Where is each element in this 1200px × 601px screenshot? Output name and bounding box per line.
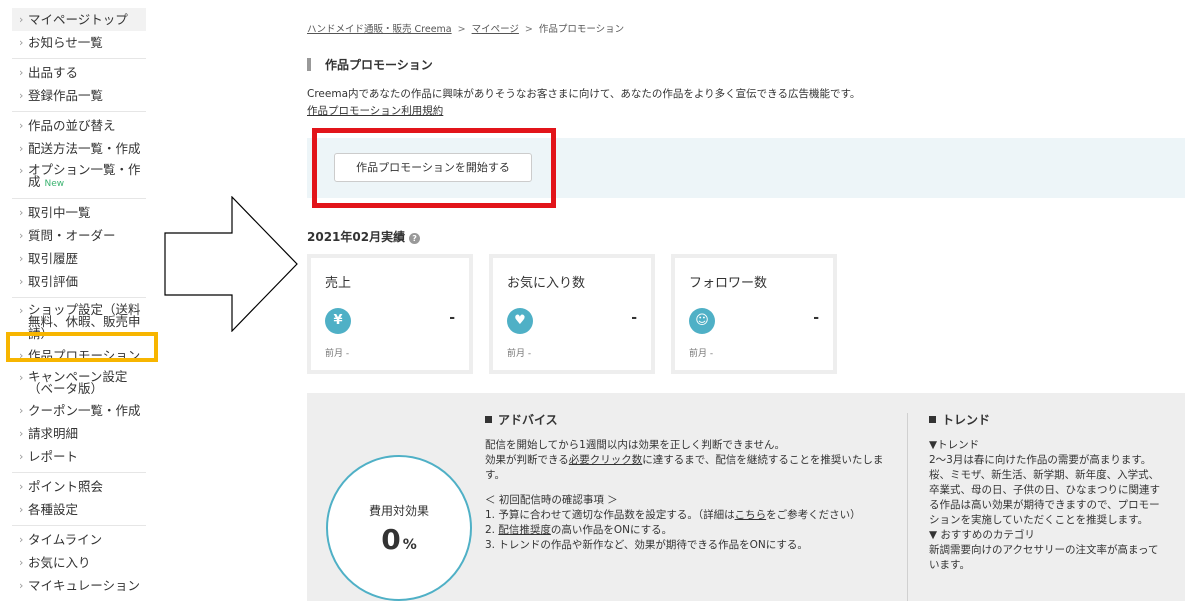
sidebar-item-history[interactable]: 取引履歴 — [12, 247, 146, 270]
check-text: の高い作品をONにする。 — [550, 524, 673, 536]
advice-section: アドバイス 配信を開始してから1週間以内は効果を正しく判断できません。 効果が判… — [485, 413, 895, 553]
breadcrumb: ハンドメイド通販・販売 Creema > マイページ > 作品プロモーション — [307, 21, 624, 35]
yen-icon: ¥ — [325, 308, 351, 334]
effect-label: 費用対効果 — [368, 504, 429, 518]
sidebar-item-favorites[interactable]: お気に入り — [12, 551, 146, 574]
sidebar-group: タイムライン お気に入り マイキュレーション — [12, 526, 146, 601]
trend-section: トレンド ▼トレンド 2～3月は春に向けた作品の需要が高まります。桜、ミモザ、新… — [929, 413, 1165, 573]
title-bar — [307, 58, 311, 71]
check-title: ＜ 初回配信時の確認事項 ＞ — [485, 494, 618, 506]
stat-card-sales: 売上 ¥ - 前月 - — [307, 254, 473, 374]
sidebar-group: ショップ設定（送料無料、休暇、販売申請） 作品プロモーション キャンペーン設定（… — [12, 298, 146, 473]
panel-divider — [907, 413, 908, 601]
stat-prev-month: 前月 - — [689, 349, 714, 359]
stat-label: フォロワー数 — [689, 276, 768, 291]
cost-effectiveness-gauge: 費用対効果 0% — [326, 455, 472, 601]
square-bullet-icon — [929, 416, 936, 423]
results-title-text: 2021年02月実績 — [307, 230, 406, 244]
sidebar-item-reviews[interactable]: 取引評価 — [12, 270, 146, 293]
page-title-text: 作品プロモーション — [325, 58, 433, 72]
sidebar-item-timeline[interactable]: タイムライン — [12, 528, 146, 551]
stat-prev-month: 前月 - — [325, 349, 350, 359]
sidebar-item-report[interactable]: レポート — [12, 445, 146, 468]
sidebar-group: 作品の並び替え 配送方法一覧・作成 オプション一覧・作成New — [12, 112, 146, 199]
page-description: Creema内であなたの作品に興味がありそうなお客さまに向けて、あなたの作品をよ… — [307, 86, 860, 120]
required-clicks-link[interactable]: 必要クリック数 — [569, 454, 643, 466]
check-text: をご参考ください） — [766, 509, 861, 521]
follower-icon: ☺ — [689, 308, 715, 334]
breadcrumb-home-link[interactable]: ハンドメイド通販・販売 Creema — [307, 24, 452, 35]
sidebar-item-registered-items[interactable]: 登録作品一覧 — [12, 84, 146, 107]
sidebar-group: ポイント照会 各種設定 — [12, 473, 146, 526]
check-text: 2. — [485, 524, 499, 536]
breadcrumb-current: 作品プロモーション — [538, 24, 625, 35]
stat-prev-month: 前月 - — [507, 349, 532, 359]
sidebar-item-questions-orders[interactable]: 質問・オーダー — [12, 224, 146, 247]
help-icon[interactable]: ? — [409, 233, 421, 244]
check-text: 1. 予算に合わせて適切な作品数を設定する。（詳細は — [485, 509, 735, 521]
sidebar-highlight-box — [6, 332, 158, 362]
sidebar-item-in-progress[interactable]: 取引中一覧 — [12, 201, 146, 224]
advice-line: 効果が判断できる必要クリック数に達するまで、配信を継続することを推奨いたします。 — [485, 453, 895, 483]
sidebar-group: 取引中一覧 質問・オーダー 取引履歴 取引評価 — [12, 199, 146, 298]
results-title: 2021年02月実績? — [307, 228, 421, 245]
trend-heading: トレンド — [929, 413, 1165, 428]
start-button-highlight-box — [312, 128, 556, 208]
details-link[interactable]: こちら — [735, 509, 767, 521]
advice-title: アドバイス — [498, 413, 558, 427]
stat-label: 売上 — [325, 276, 352, 291]
terms-link[interactable]: 作品プロモーション利用規約 — [307, 105, 443, 117]
sidebar-item-mypage-top[interactable]: マイページトップ — [12, 8, 146, 31]
trend-subheading: ▼トレンド — [929, 439, 980, 451]
sidebar-item-billing[interactable]: 請求明細 — [12, 422, 146, 445]
sidebar-item-coupons[interactable]: クーポン一覧・作成 — [12, 399, 146, 422]
check-item: 1. 予算に合わせて適切な作品数を設定する。（詳細はこちらをご参考ください） — [485, 508, 895, 523]
annotation-arrow-icon — [164, 196, 298, 332]
trend-subheading: ▼ おすすめのカテゴリ — [929, 529, 1035, 541]
sidebar-group: 出品する 登録作品一覧 — [12, 59, 146, 112]
sidebar-item-notices[interactable]: お知らせ一覧 — [12, 31, 146, 54]
stat-card-followers: フォロワー数 ☺ - 前月 - — [671, 254, 837, 374]
sidebar-group: マイページトップ お知らせ一覧 — [12, 6, 146, 59]
sidebar-item-shipping[interactable]: 配送方法一覧・作成 — [12, 137, 146, 160]
sidebar-item-options[interactable]: オプション一覧・作成New — [12, 160, 146, 194]
check-item: 2. 配信推奨度の高い作品をONにする。 — [485, 523, 895, 538]
heart-icon: ♥ — [507, 308, 533, 334]
sidebar-item-sort-items[interactable]: 作品の並び替え — [12, 114, 146, 137]
sidebar-item-curation[interactable]: マイキュレーション — [12, 574, 146, 597]
sidebar-item-list-item[interactable]: 出品する — [12, 61, 146, 84]
breadcrumb-mypage-link[interactable]: マイページ — [472, 24, 519, 35]
stat-value: - — [631, 310, 637, 326]
breadcrumb-separator: > — [524, 24, 533, 35]
stat-value: - — [813, 310, 819, 326]
stat-label: お気に入り数 — [507, 276, 586, 291]
stat-value: - — [449, 310, 455, 326]
stat-card-favorites: お気に入り数 ♥ - 前月 - — [489, 254, 655, 374]
advice-heading: アドバイス — [485, 413, 895, 428]
new-badge: New — [44, 179, 65, 189]
trend-text: 2～3月は春に向けた作品の需要が高まります。桜、ミモザ、新生活、新学期、新年度、… — [929, 454, 1160, 526]
advice-text: 効果が判断できる — [485, 454, 569, 466]
breadcrumb-separator: > — [457, 24, 466, 35]
recommendation-link[interactable]: 配信推奨度 — [498, 524, 551, 536]
sidebar-item-campaign[interactable]: キャンペーン設定（ベータ版） — [12, 367, 146, 399]
effect-value: 0% — [328, 523, 470, 556]
page-title: 作品プロモーション — [307, 56, 433, 73]
sidebar-item-points[interactable]: ポイント照会 — [12, 475, 146, 498]
sidebar-nav: マイページトップ お知らせ一覧 出品する 登録作品一覧 作品の並び替え 配送方法… — [12, 6, 146, 597]
trend-text: 新調需要向けのアクセサリーの注文率が高まっています。 — [929, 544, 1159, 571]
trend-title: トレンド — [942, 413, 991, 427]
description-text: Creema内であなたの作品に興味がありそうなお客さまに向けて、あなたの作品をよ… — [307, 88, 861, 100]
sidebar-item-settings[interactable]: 各種設定 — [12, 498, 146, 521]
square-bullet-icon — [485, 416, 492, 423]
effect-number: 0 — [381, 523, 401, 556]
advice-line: 配信を開始してから1週間以内は効果を正しく判断できません。 — [485, 439, 786, 451]
check-item: 3. トレンドの作品や新作など、効果が期待できる作品をONにする。 — [485, 539, 808, 551]
effect-unit: % — [402, 537, 417, 553]
